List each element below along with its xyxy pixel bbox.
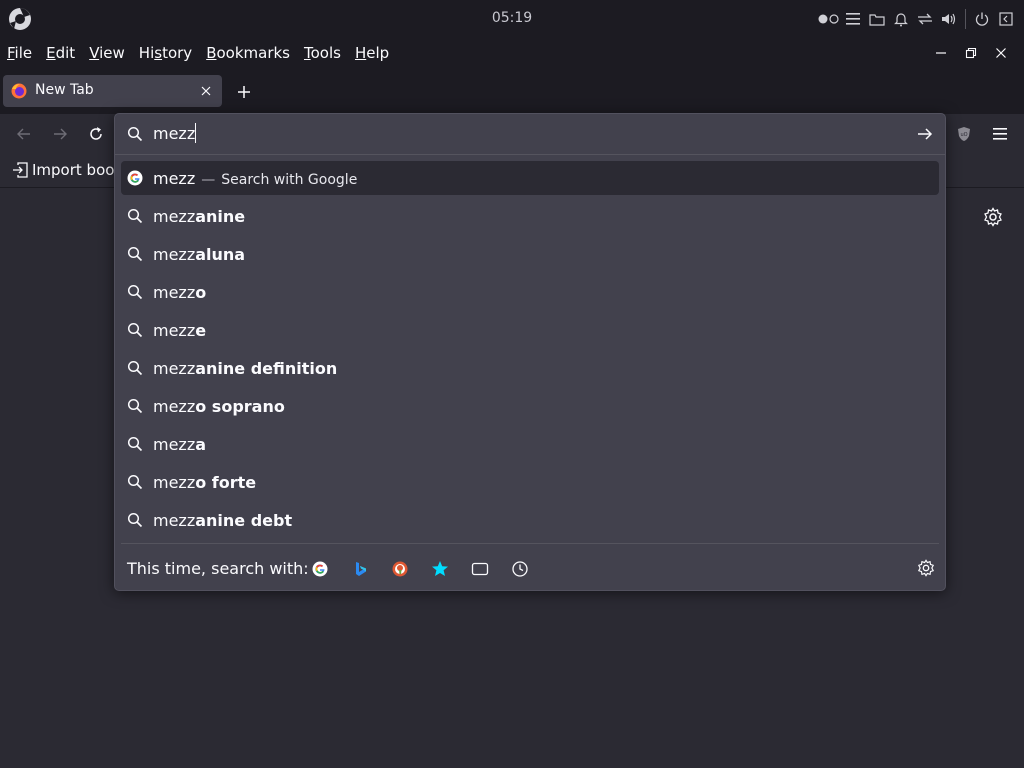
search-icon <box>127 474 143 490</box>
bell-icon[interactable] <box>889 8 913 30</box>
menu-edit[interactable]: Edit <box>46 44 75 62</box>
urlbar-input[interactable]: mezz <box>115 114 945 154</box>
suggestion-row[interactable]: mezze <box>121 311 939 349</box>
suggestion-typed: mezz <box>153 358 196 378</box>
tabs-icon[interactable] <box>469 558 491 580</box>
forward-button[interactable] <box>48 122 72 146</box>
volume-icon[interactable] <box>937 8 961 30</box>
workspace-indicator-icon[interactable] <box>817 8 841 30</box>
restore-button[interactable] <box>956 42 986 64</box>
suggestion-completion: anine definition <box>195 358 338 378</box>
suggestion-typed: mezz <box>153 472 196 492</box>
result-heuristic-search[interactable]: mezz — Search with Google <box>121 161 939 195</box>
menu-tools[interactable]: Tools <box>304 44 341 62</box>
suggestion-completion: e <box>195 320 207 340</box>
urlbar-divider <box>115 154 945 155</box>
reload-button[interactable] <box>84 122 108 146</box>
menu-history[interactable]: History <box>139 44 192 62</box>
import-icon <box>13 162 28 178</box>
suggestion-row[interactable]: mezzaluna <box>121 235 939 273</box>
search-icon <box>127 360 143 376</box>
search-icon <box>127 246 143 262</box>
search-icon <box>127 512 143 528</box>
suggestion-typed: mezz <box>153 396 196 416</box>
folder-icon[interactable] <box>865 8 889 30</box>
new-tab-button[interactable] <box>232 80 256 104</box>
suggestion-typed: mezz <box>153 282 196 302</box>
suggestion-completion: o forte <box>195 472 257 492</box>
search-icon <box>127 126 143 146</box>
tab-strip: New Tab <box>0 68 1024 114</box>
app-menu-button[interactable] <box>988 122 1012 146</box>
import-bookmarks-button[interactable]: Import book <box>12 161 123 179</box>
menu-bookmarks[interactable]: Bookmarks <box>206 44 290 62</box>
suggestion-completion: anine debt <box>195 510 293 530</box>
suggestion-row[interactable]: mezzanine debt <box>121 501 939 539</box>
search-icon <box>127 436 143 452</box>
firefox-icon <box>11 83 27 99</box>
oneoff-search-bar: This time, search with: <box>115 550 945 586</box>
minimize-button[interactable] <box>926 42 956 64</box>
suggestion-row[interactable]: mezzanine <box>121 197 939 235</box>
text-caret <box>195 123 197 143</box>
menu-lines-icon[interactable] <box>841 8 865 30</box>
google-icon <box>127 170 143 186</box>
urlbar-popup: mezz mezz — Search with Google mezzanine m… <box>114 113 946 591</box>
go-arrow-icon[interactable] <box>915 124 935 144</box>
search-settings-gear-icon[interactable] <box>917 559 935 577</box>
system-logo-icon[interactable] <box>8 7 32 31</box>
suggestion-completion: a <box>195 434 207 454</box>
heuristic-query: mezz <box>153 168 196 188</box>
search-icon <box>127 208 143 224</box>
suggestion-typed: mezz <box>153 510 196 530</box>
tab-title: New Tab <box>35 82 94 98</box>
search-icon <box>127 284 143 300</box>
close-window-button[interactable] <box>986 42 1016 64</box>
suggestion-typed: mezz <box>153 244 196 264</box>
power-icon[interactable] <box>970 8 994 30</box>
svg-text:uO: uO <box>960 132 967 138</box>
suggestion-row[interactable]: mezzanine definition <box>121 349 939 387</box>
suggestion-row[interactable]: mezza <box>121 425 939 463</box>
oneoff-label: This time, search with: <box>127 559 309 578</box>
ublock-icon[interactable]: uO <box>952 122 976 146</box>
heuristic-action: Search with Google <box>221 171 358 188</box>
suggestion-row[interactable]: mezzo soprano <box>121 387 939 425</box>
suggestion-row[interactable]: mezzo <box>121 273 939 311</box>
suggestion-completion: o <box>195 282 207 302</box>
suggestion-row[interactable]: mezzo forte <box>121 463 939 501</box>
bookmarks-star-icon[interactable] <box>429 558 451 580</box>
system-tray <box>817 8 1018 30</box>
import-bookmarks-label: Import book <box>32 161 124 179</box>
tray-divider <box>965 9 966 29</box>
suggestion-completion: anine <box>195 206 246 226</box>
menu-bar: File Edit View History Bookmarks Tools H… <box>0 38 1024 68</box>
suggestion-completion: o soprano <box>195 396 285 416</box>
customize-gear-icon[interactable] <box>983 207 1003 227</box>
search-icon <box>127 398 143 414</box>
bing-icon[interactable] <box>349 558 371 580</box>
duckduckgo-icon[interactable] <box>389 558 411 580</box>
menu-file[interactable]: File <box>7 44 32 62</box>
back-button[interactable] <box>12 122 36 146</box>
search-icon <box>127 322 143 338</box>
system-panel: 05:19 <box>0 0 1024 38</box>
tab-new-tab[interactable]: New Tab <box>3 75 222 107</box>
suggestion-typed: mezz <box>153 434 196 454</box>
menu-help[interactable]: Help <box>355 44 389 62</box>
urlbar-typed-text: mezz <box>153 123 196 143</box>
google-icon[interactable] <box>309 558 331 580</box>
oneoff-divider <box>121 543 939 544</box>
urlbar-results: mezz — Search with Google mezzanine mezzal… <box>115 159 945 539</box>
show-desktop-icon[interactable] <box>994 8 1018 30</box>
heuristic-separator: — <box>201 171 216 188</box>
suggestion-completion: aluna <box>195 244 246 264</box>
menu-view[interactable]: View <box>89 44 125 62</box>
suggestion-typed: mezz <box>153 206 196 226</box>
history-icon[interactable] <box>509 558 531 580</box>
close-tab-icon[interactable] <box>198 83 214 99</box>
network-transfer-icon[interactable] <box>913 8 937 30</box>
suggestion-typed: mezz <box>153 320 196 340</box>
